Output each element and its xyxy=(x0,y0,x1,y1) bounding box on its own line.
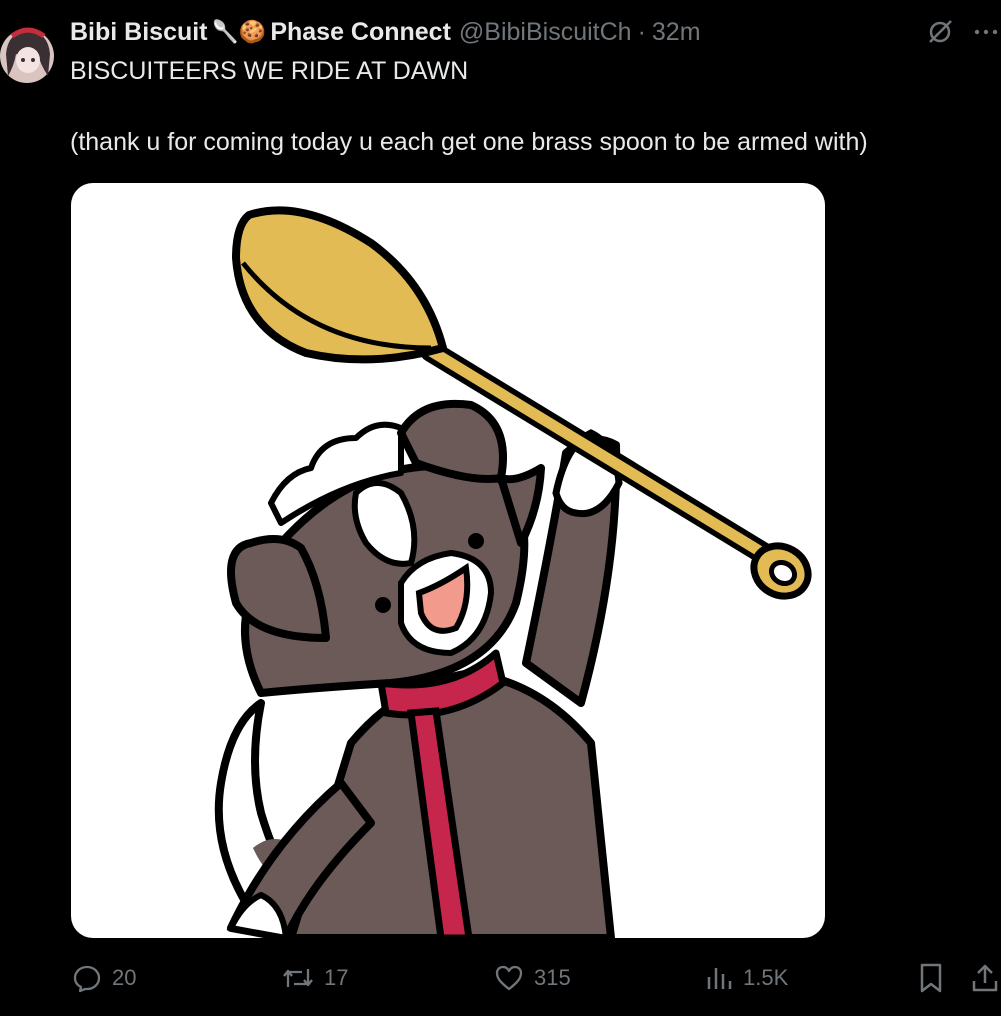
share-icon xyxy=(970,962,1000,994)
views-count: 1.5K xyxy=(743,965,789,990)
bookmark-icon xyxy=(917,962,945,994)
author-handle[interactable]: @BibiBiscuitCh xyxy=(459,18,632,47)
post-action-bar: 20 17 315 1.5K xyxy=(0,958,1001,998)
like-count: 315 xyxy=(534,965,571,990)
post-text-line-2: (thank u for coming today u each get one… xyxy=(70,128,868,156)
like-button[interactable]: 315 xyxy=(494,958,571,998)
share-button[interactable] xyxy=(970,958,1000,998)
reply-button[interactable]: 20 xyxy=(72,958,136,998)
org-name[interactable]: Phase Connect xyxy=(270,18,451,47)
bookmark-button[interactable] xyxy=(917,958,945,998)
post-time[interactable]: 32m xyxy=(652,18,701,47)
more-dots-icon[interactable] xyxy=(973,17,1001,47)
post-top-actions xyxy=(925,14,1001,50)
reply-count: 20 xyxy=(112,965,137,990)
repost-count: 17 xyxy=(324,965,349,990)
post-header: Bibi Biscuit 🥄🍪 Phase Connect @BibiBiscu… xyxy=(70,16,701,48)
bar-chart-icon xyxy=(705,963,733,993)
views-button[interactable]: 1.5K xyxy=(705,958,788,998)
slashed-circle-icon[interactable] xyxy=(925,17,955,47)
repost-icon xyxy=(282,963,314,993)
reply-icon xyxy=(72,963,102,993)
author-badges: 🥄🍪 xyxy=(211,19,267,44)
heart-icon xyxy=(494,963,524,993)
author-name[interactable]: Bibi Biscuit xyxy=(70,18,208,47)
post-image[interactable] xyxy=(71,183,825,938)
separator-dot: · xyxy=(637,17,646,46)
repost-button[interactable]: 17 xyxy=(282,958,348,998)
post-text-line-1: BISCUITEERS WE RIDE AT DAWN xyxy=(70,57,469,85)
illustration xyxy=(214,206,812,938)
author-avatar[interactable] xyxy=(0,14,56,84)
